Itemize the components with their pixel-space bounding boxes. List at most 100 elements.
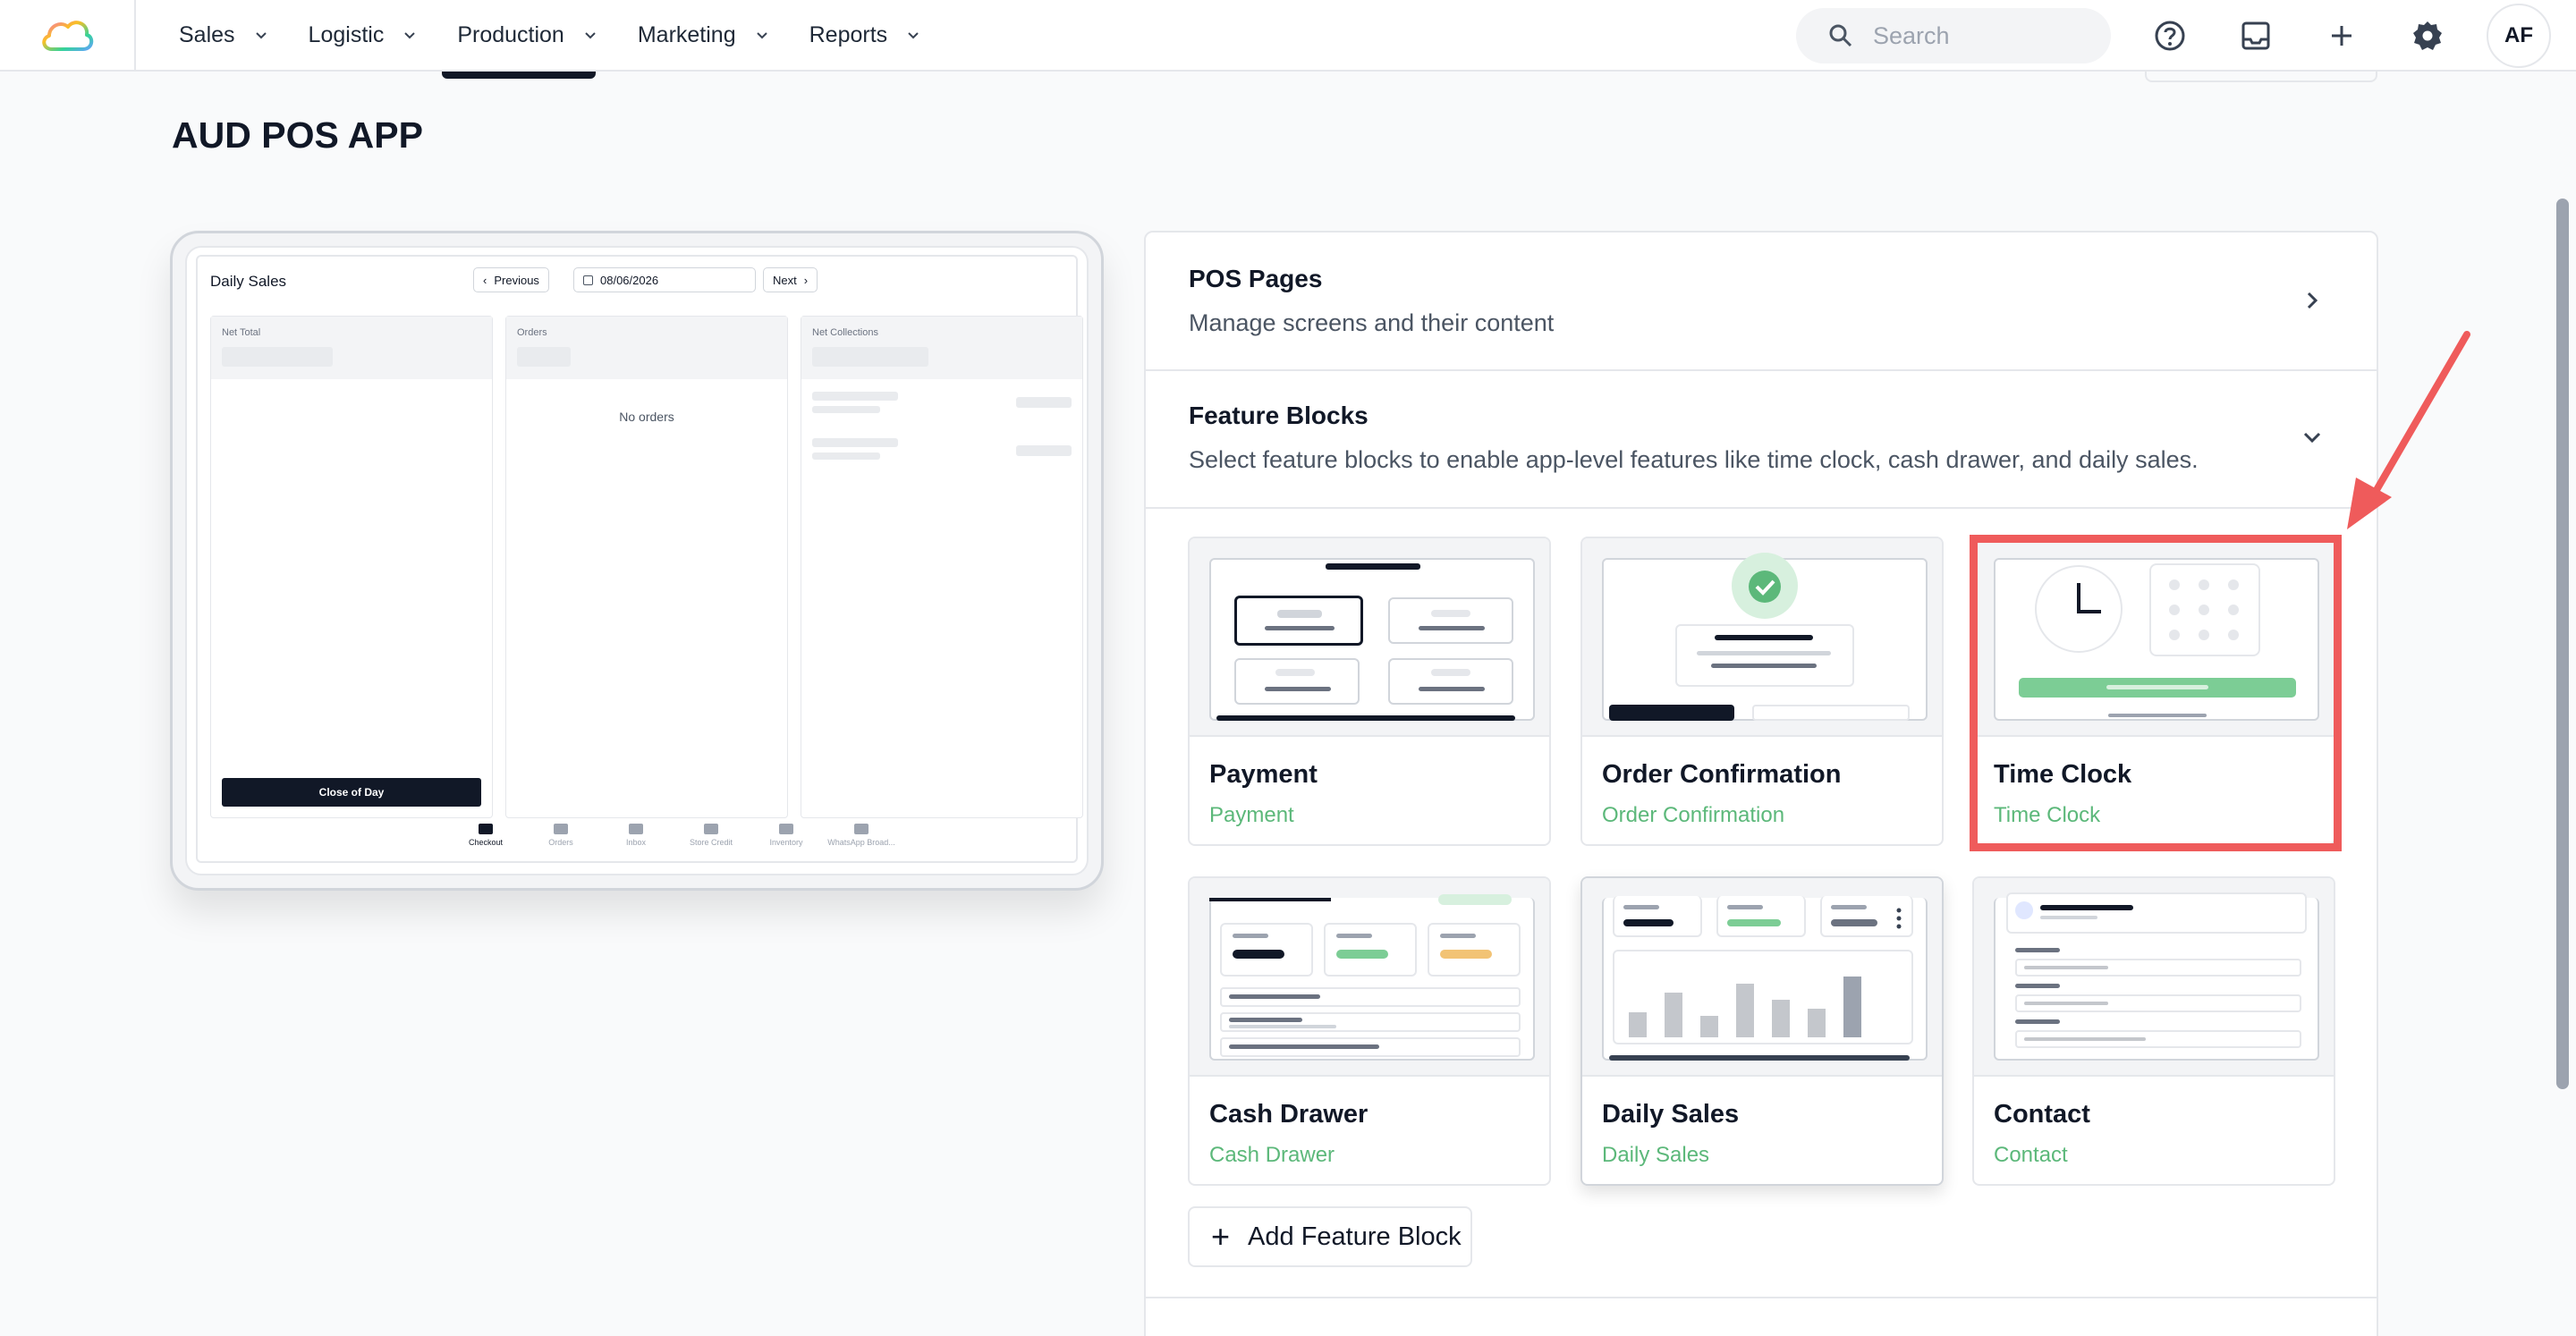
help-button[interactable] bbox=[2143, 9, 2197, 63]
thumb-line bbox=[1229, 1018, 1302, 1022]
thumb-line bbox=[1326, 563, 1420, 570]
search-icon bbox=[1829, 24, 1852, 47]
gear-icon bbox=[2413, 21, 2442, 50]
inbox-button[interactable] bbox=[2229, 9, 2283, 63]
chevron-down-icon bbox=[255, 32, 267, 39]
skeleton bbox=[517, 347, 571, 367]
add-feature-block-button[interactable]: + Add Feature Block bbox=[1188, 1206, 1472, 1267]
thumb-bar bbox=[1843, 977, 1861, 1037]
preview-column-net-collections: Net Collections bbox=[801, 316, 1083, 818]
pos-pages-section[interactable]: POS Pages Manage screens and their conte… bbox=[1146, 233, 2377, 371]
card-subtitle: Order Confirmation bbox=[1602, 803, 1785, 827]
section-divider bbox=[1146, 1297, 2377, 1298]
thumb-option bbox=[1388, 658, 1513, 705]
thumb-button bbox=[1752, 705, 1910, 721]
cloud-logo-icon bbox=[42, 21, 94, 51]
thumb-line bbox=[2040, 905, 2133, 910]
thumb-avatar bbox=[2015, 901, 2033, 919]
search-box[interactable] bbox=[1796, 8, 2111, 63]
skeleton bbox=[222, 347, 333, 367]
thumb-line bbox=[2040, 916, 2097, 919]
daily-sales-preview: Daily Sales ‹ Previous 08/06/2026 Next › N… bbox=[196, 255, 1083, 863]
chevron-down-icon[interactable] bbox=[2300, 425, 2325, 450]
thumb-line bbox=[1831, 905, 1867, 909]
avatar[interactable]: AF bbox=[2487, 4, 2551, 68]
thumb-line bbox=[2015, 1019, 2060, 1024]
skeleton bbox=[812, 392, 898, 401]
thumb-line bbox=[1233, 934, 1268, 938]
skeleton bbox=[812, 406, 880, 413]
thumb-bar bbox=[1772, 1000, 1790, 1037]
feature-blocks-title: Feature Blocks bbox=[1189, 402, 1368, 429]
skeleton bbox=[812, 438, 898, 447]
feature-blocks-section[interactable]: Feature Blocks Select feature blocks to … bbox=[1146, 371, 2377, 509]
thumb-line bbox=[1229, 1044, 1379, 1049]
nav-marketing[interactable]: Marketing bbox=[638, 22, 770, 48]
thumb-pill bbox=[1438, 894, 1512, 905]
skeleton bbox=[812, 452, 880, 460]
feature-card-cash-drawer[interactable]: Cash Drawer Cash Drawer bbox=[1188, 876, 1551, 1186]
card-title: Order Confirmation bbox=[1602, 760, 1842, 789]
nav-production[interactable]: Production bbox=[457, 22, 598, 48]
preview-previous-button: ‹ Previous bbox=[473, 267, 549, 292]
credit-icon bbox=[704, 824, 718, 834]
column-label: Net Collections bbox=[812, 327, 878, 338]
preview-column-orders: Orders No orders bbox=[505, 316, 788, 818]
preview-nav-orders: Orders bbox=[523, 824, 598, 847]
nav-logistic[interactable]: Logistic bbox=[309, 22, 419, 48]
page-title: AUD POS APP bbox=[172, 114, 423, 156]
preview-nav-label: Checkout bbox=[468, 838, 504, 847]
preview-bottom-nav: Checkout Orders Inbox Store Credit Inven… bbox=[448, 824, 899, 847]
preview-nav-inbox: Inbox bbox=[598, 824, 674, 847]
thumb-line bbox=[1336, 934, 1372, 938]
chevron-right-icon[interactable] bbox=[2300, 288, 2325, 313]
preview-title: Daily Sales bbox=[210, 273, 287, 290]
card-subtitle: Cash Drawer bbox=[1209, 1143, 1335, 1167]
search-input[interactable] bbox=[1873, 21, 2097, 50]
thumb-card bbox=[1675, 624, 1854, 687]
annotation-highlight-box bbox=[1970, 535, 2342, 851]
inbox-tray-icon bbox=[2241, 21, 2270, 50]
thumb-line bbox=[1419, 626, 1485, 630]
thumb-option-selected bbox=[1234, 596, 1363, 646]
preview-nav-label: WhatsApp Broad... bbox=[827, 838, 895, 847]
thumb-bar bbox=[1736, 984, 1754, 1037]
thumb-line bbox=[1431, 669, 1470, 676]
thumb-line bbox=[1209, 898, 1331, 901]
contact-thumbnail bbox=[1974, 878, 2334, 1077]
payment-thumbnail bbox=[1190, 538, 1549, 737]
thumb-bar-chart bbox=[1613, 950, 1913, 1044]
page-scrollbar[interactable] bbox=[2556, 199, 2569, 1089]
order-confirmation-thumbnail bbox=[1582, 538, 1942, 737]
app-logo[interactable] bbox=[0, 0, 136, 71]
feature-card-order-confirmation[interactable]: Order Confirmation Order Confirmation bbox=[1580, 537, 1944, 846]
thumb-line bbox=[1431, 610, 1470, 617]
card-subtitle: Daily Sales bbox=[1602, 1143, 1710, 1167]
chevron-down-icon bbox=[585, 32, 596, 39]
settings-button[interactable] bbox=[2401, 9, 2454, 63]
card-title: Daily Sales bbox=[1602, 1100, 1740, 1129]
tablet-preview: Daily Sales ‹ Previous 08/06/2026 Next › N… bbox=[170, 231, 1104, 891]
top-right-actions: AF bbox=[1796, 0, 2576, 72]
thumb-stat bbox=[1613, 896, 1702, 937]
nav-reports[interactable]: Reports bbox=[809, 22, 922, 48]
preview-nav-label: Store Credit bbox=[689, 838, 733, 847]
avatar-initials: AF bbox=[2504, 23, 2533, 47]
preview-nav-label: Inventory bbox=[769, 838, 803, 847]
chevron-down-icon bbox=[404, 32, 416, 39]
nav-sales[interactable]: Sales bbox=[179, 22, 269, 48]
card-subtitle: Payment bbox=[1209, 803, 1294, 827]
truck-icon bbox=[779, 824, 793, 834]
feature-card-contact[interactable]: Contact Contact bbox=[1972, 876, 2335, 1186]
preview-next-button: Next › bbox=[763, 267, 818, 292]
feature-card-payment[interactable]: Payment Payment bbox=[1188, 537, 1551, 846]
thumb-line bbox=[1711, 664, 1817, 668]
thumb-bar bbox=[1665, 993, 1682, 1037]
thumb-line bbox=[1277, 610, 1322, 618]
calendar-icon bbox=[583, 275, 593, 285]
add-button[interactable] bbox=[2315, 9, 2368, 63]
thumb-value bbox=[1831, 919, 1877, 926]
thumb-line bbox=[1216, 715, 1515, 721]
feature-card-daily-sales[interactable]: Daily Sales Daily Sales bbox=[1580, 876, 1944, 1186]
thumb-line bbox=[1229, 1025, 1336, 1028]
